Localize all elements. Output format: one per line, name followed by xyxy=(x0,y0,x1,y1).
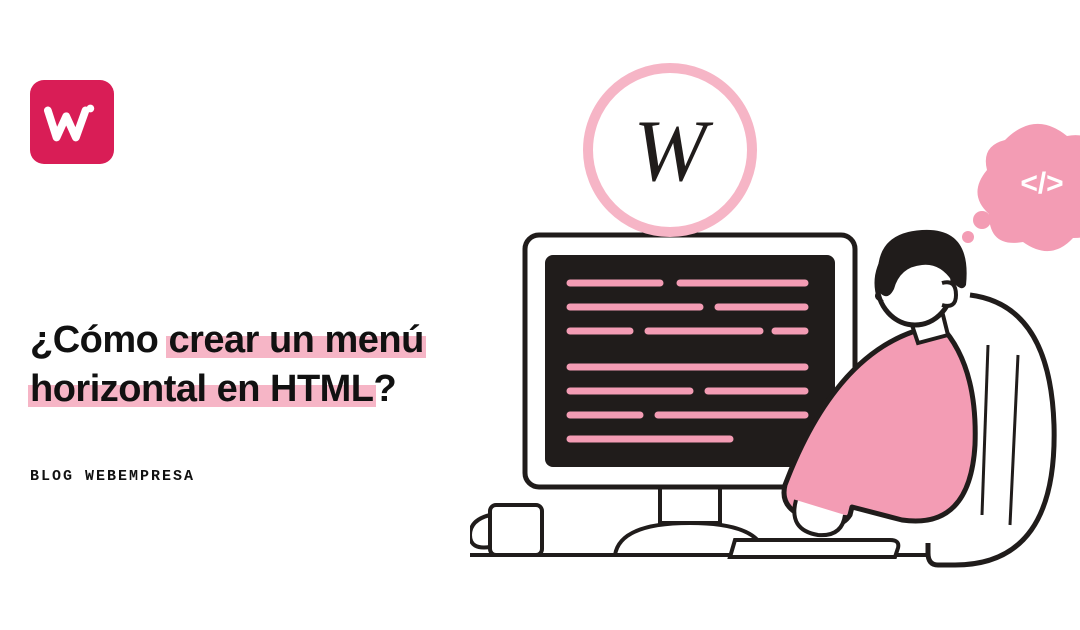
headline-highlight-2: horizontal en HTML xyxy=(30,368,374,410)
headline-suffix: ? xyxy=(374,368,397,410)
kicker-label: BLOG WEBEMPRESA xyxy=(30,468,195,485)
keyboard xyxy=(730,540,898,557)
page-title: ¿Cómo crear un menú horizontal en HTML? xyxy=(30,316,490,413)
mug-icon xyxy=(470,505,542,555)
brand-logo xyxy=(30,80,114,164)
thought-bubble: </> xyxy=(962,124,1080,251)
code-icon: </> xyxy=(1020,167,1063,200)
brand-logo-glyph xyxy=(43,93,101,151)
badge-letter: W xyxy=(633,103,713,200)
headline-prefix: ¿Cómo xyxy=(30,319,168,361)
wordpress-badge: W xyxy=(588,68,752,232)
illustration-scene: W xyxy=(470,45,1080,625)
headline-block: ¿Cómo crear un menú horizontal en HTML? xyxy=(30,316,490,413)
headline-highlight-1: crear un menú xyxy=(168,319,423,361)
